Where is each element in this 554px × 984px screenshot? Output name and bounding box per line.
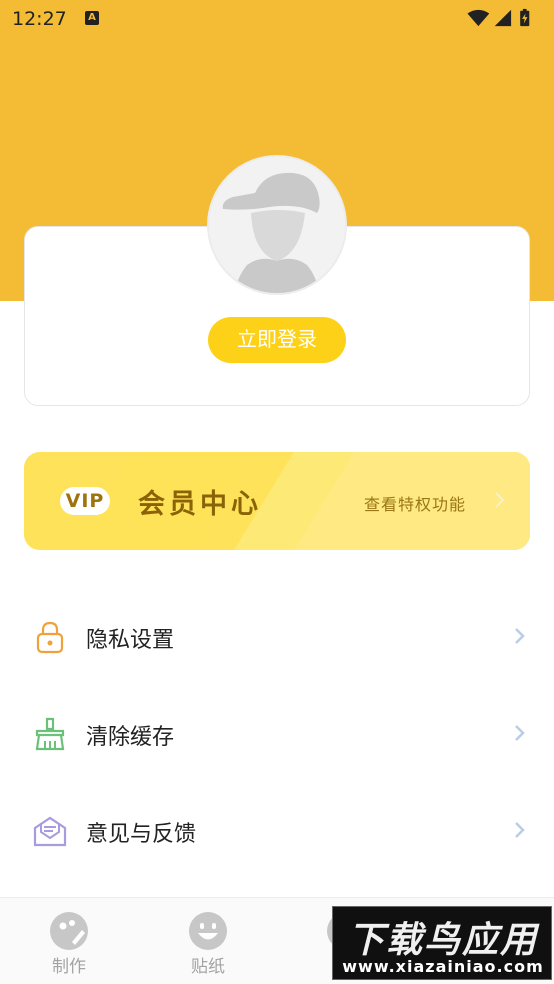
vip-banner[interactable]: VIP 会员中心 查看特权功能 [24, 452, 530, 550]
signal-icon [494, 9, 512, 27]
chevron-right-icon [495, 492, 505, 508]
menu-item-feedback[interactable]: 意见与反馈 [0, 796, 554, 866]
status-bar: 12:27 A [0, 0, 554, 38]
wifi-icon [467, 9, 490, 27]
menu-label: 清除缓存 [86, 725, 175, 750]
status-notification-icon: A [85, 11, 99, 25]
nav-label: 贴纸 [191, 957, 225, 977]
vip-badge: VIP [60, 487, 110, 515]
menu-item-clear-cache[interactable]: 清除缓存 [0, 699, 554, 769]
watermark-logo: 下载鸟应用 www.xiazainiao.com [332, 906, 552, 980]
chevron-right-icon [515, 628, 525, 644]
vip-title: 会员中心 [138, 489, 262, 520]
status-icons [467, 8, 530, 27]
menu-label: 隐私设置 [86, 628, 175, 653]
chevron-right-icon [515, 822, 525, 838]
mail-icon [33, 816, 67, 847]
vip-privilege-link[interactable]: 查看特权功能 [364, 491, 466, 515]
lock-icon [36, 621, 64, 654]
nav-item-make[interactable]: 制作 [23, 898, 115, 984]
login-button[interactable]: 立即登录 [208, 317, 346, 363]
smiley-icon [189, 912, 227, 950]
default-avatar-icon [209, 157, 345, 293]
menu-label: 意见与反馈 [86, 822, 197, 847]
nav-label: 制作 [52, 957, 86, 977]
menu-item-privacy[interactable]: 隐私设置 [0, 602, 554, 672]
watermark-title: 下载鸟应用 [347, 920, 538, 961]
avatar[interactable] [207, 155, 347, 295]
broom-icon [35, 717, 65, 751]
palette-icon [50, 912, 88, 950]
battery-icon [520, 8, 530, 27]
nav-item-stickers[interactable]: 贴纸 [162, 898, 254, 984]
chevron-right-icon [515, 725, 525, 741]
status-time: 12:27 [12, 8, 67, 30]
watermark-url: www.xiazainiao.com [342, 957, 544, 976]
